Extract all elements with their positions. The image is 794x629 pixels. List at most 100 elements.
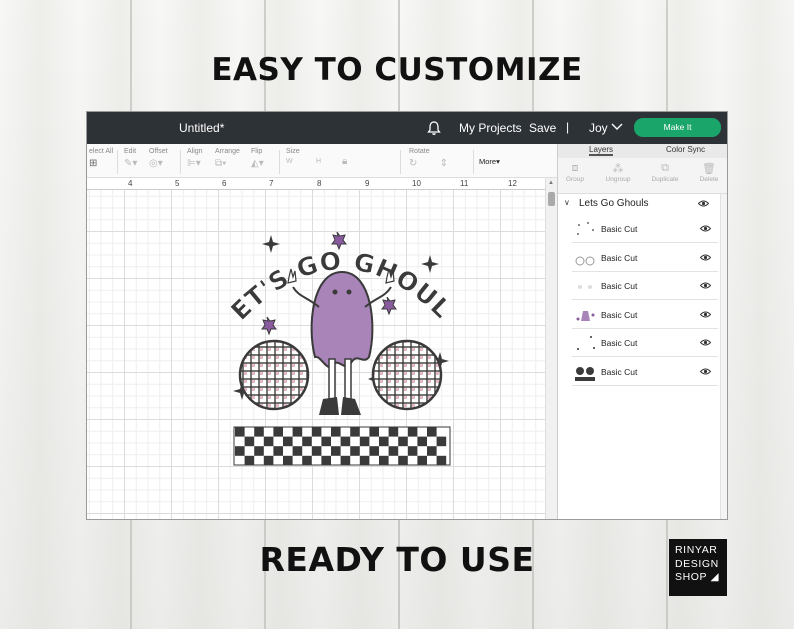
rotate-tool[interactable]: Rotate ↻ ⇕	[409, 148, 448, 169]
divider	[279, 150, 280, 174]
divider	[400, 150, 401, 174]
disco-ball-left	[238, 339, 310, 411]
checker-square	[417, 455, 427, 466]
ruler-tick: 4	[128, 179, 133, 188]
rotate-icon: ↻ ⇕	[409, 158, 448, 169]
canvas-scrollbar[interactable]: ▲	[545, 178, 557, 519]
bell-icon[interactable]	[426, 120, 442, 136]
checker-square	[331, 427, 341, 437]
scroll-thumb[interactable]	[548, 192, 555, 206]
design-app-window: Untitled* My Projects Save | Joy Make It…	[86, 111, 728, 520]
layer-row[interactable]: Basic Cut	[572, 272, 718, 301]
offset-tool[interactable]: Offset ◎▾	[149, 148, 168, 169]
size-label: Size	[286, 148, 300, 155]
offset-label: Offset	[149, 148, 168, 155]
panel-scrollbar[interactable]	[720, 194, 727, 519]
user-menu[interactable]: Joy	[589, 121, 608, 135]
tab-layers[interactable]: Layers	[589, 145, 614, 156]
size-tool[interactable]: Size W H	[286, 148, 321, 165]
make-it-button[interactable]: Make It	[634, 118, 721, 137]
checker-square	[254, 427, 264, 437]
delete-button[interactable]: 🗑︎ Delete	[689, 162, 727, 183]
edit-tool[interactable]: Edit ✎▾	[124, 148, 137, 169]
more-menu[interactable]: More▾	[479, 157, 500, 166]
checker-square	[235, 427, 245, 437]
size-height-label: H	[315, 158, 322, 165]
layer-row[interactable]: Basic Cut	[572, 301, 718, 329]
save-button[interactable]: Save	[529, 121, 556, 135]
checker-square	[436, 455, 447, 466]
offset-icon: ◎▾	[149, 158, 163, 169]
select-all-label: elect All	[89, 148, 114, 155]
checker-square	[359, 436, 370, 447]
checker-square	[388, 427, 399, 437]
align-tool[interactable]: Align ⊫▾	[187, 148, 203, 169]
eye-icon[interactable]	[700, 225, 711, 232]
edit-label: Edit	[124, 148, 137, 155]
eye-icon[interactable]	[700, 282, 711, 289]
layer-actions: ⧈ Group ⁂ Ungroup ⧉ Duplicate 🗑︎ Delete	[555, 158, 727, 194]
my-projects-link[interactable]: My Projects	[459, 121, 522, 135]
ungroup-button[interactable]: ⁂ Ungroup	[598, 162, 638, 183]
checker-square	[407, 427, 418, 437]
more-label: More	[479, 157, 497, 166]
checker-square	[340, 436, 351, 447]
checker-square	[283, 455, 293, 466]
checker-square	[369, 446, 379, 456]
layer-thumbnail	[575, 367, 595, 381]
group-icon: ⧈	[571, 162, 579, 174]
checker-square	[321, 455, 331, 466]
lock-icon[interactable]: 🔒︎	[342, 156, 347, 167]
layer-row[interactable]: Basic Cut	[572, 244, 718, 272]
ruler-tick: 9	[365, 179, 370, 188]
checker-square	[427, 427, 437, 437]
eye-icon[interactable]	[700, 339, 711, 346]
layer-thumbnail	[577, 222, 594, 235]
layer-group-lets-go-ghouls[interactable]: ∨ Lets Go Ghouls	[558, 194, 718, 214]
ruler-tick: 8	[317, 179, 322, 188]
checker-square	[350, 446, 360, 456]
layer-row[interactable]: Basic Cut	[572, 329, 718, 358]
checker-square	[311, 427, 322, 437]
tab-color-sync[interactable]: Color Sync	[666, 145, 705, 154]
ruler-tick: 5	[175, 179, 180, 188]
chevron-down-icon[interactable]	[611, 123, 623, 131]
panel-tabs: Layers Color Sync	[558, 144, 727, 158]
layer-row[interactable]: Basic Cut	[572, 215, 718, 243]
eye-icon[interactable]	[698, 200, 709, 207]
checker-square	[379, 455, 389, 466]
ruler-tick: 10	[412, 179, 421, 188]
layer-thumbnail	[576, 310, 595, 321]
ruler-tick: 7	[269, 179, 274, 188]
size-width-label: W	[286, 158, 293, 165]
align-icon: ⊫▾	[187, 158, 201, 169]
checker-square	[292, 427, 303, 437]
checker-square	[427, 446, 437, 456]
scroll-up-icon[interactable]: ▲	[548, 180, 554, 186]
duplicate-button[interactable]: ⧉ Duplicate	[645, 162, 685, 183]
checker-square	[273, 427, 283, 437]
ungroup-icon: ⁂	[612, 163, 624, 175]
align-label: Align	[187, 148, 203, 155]
divider	[180, 150, 181, 174]
select-all-tool[interactable]: elect All ⊞	[89, 148, 113, 169]
checker-square	[302, 455, 312, 466]
layer-name: Basic Cut	[601, 252, 638, 263]
arrange-tool[interactable]: Arrange ⧉▾	[215, 148, 240, 169]
eye-icon[interactable]	[700, 311, 711, 318]
project-title[interactable]: Untitled*	[179, 121, 224, 135]
lets-go-ghouls-design[interactable]: LET'S GO GHOULS	[227, 227, 457, 497]
layer-row[interactable]: Basic Cut	[572, 358, 718, 386]
checker-square	[407, 446, 418, 456]
ruler-tick: 6	[222, 179, 227, 188]
eye-icon[interactable]	[700, 368, 711, 375]
collapse-caret-icon[interactable]: ∨	[564, 198, 570, 207]
flip-tool[interactable]: Flip ◭▾	[251, 148, 264, 169]
checker-square	[292, 446, 303, 456]
group-button[interactable]: ⧈ Group	[555, 162, 595, 183]
layer-thumbnail	[577, 336, 595, 351]
layer-name: Basic Cut	[601, 309, 638, 320]
eye-icon[interactable]	[700, 254, 711, 261]
top-bar: Untitled* My Projects Save | Joy Make It	[87, 112, 727, 144]
checker-square	[283, 436, 293, 447]
